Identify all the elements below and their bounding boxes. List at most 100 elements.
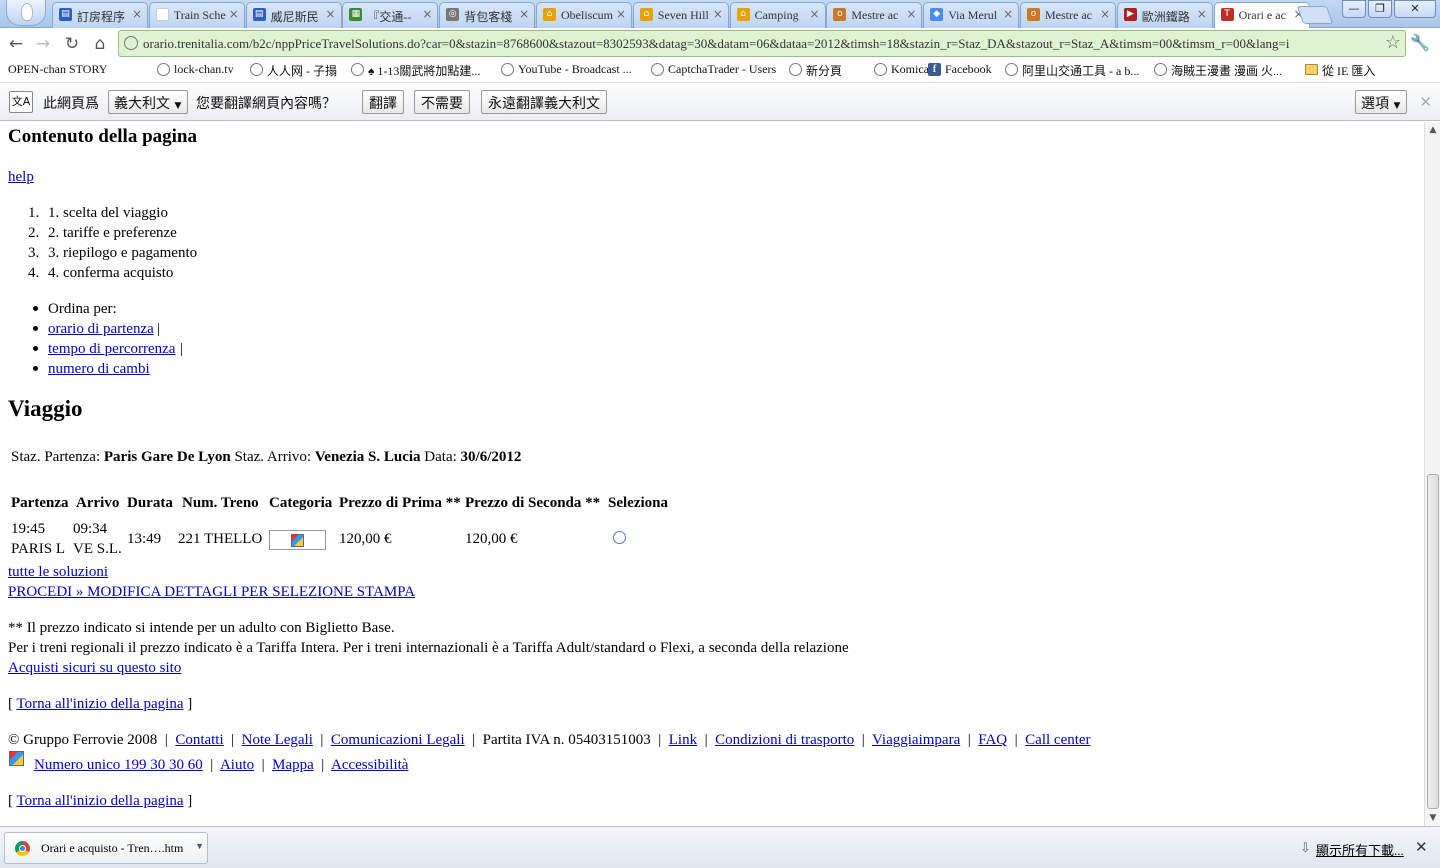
tab-close-icon[interactable]: × — [810, 7, 820, 21]
bookmark-item[interactable]: CaptchaTrader - Users — [651, 62, 776, 77]
bookmark-item[interactable]: 人人网 - 子搨 — [250, 62, 337, 79]
secure-purchase-link[interactable]: Acquisti sicuri su questo sito — [8, 658, 181, 678]
wrench-menu-icon[interactable]: 🔧 — [1410, 33, 1430, 52]
call-center-link[interactable]: Call center — [1025, 732, 1090, 748]
close-icon[interactable]: ✕ — [1419, 93, 1432, 111]
tab-close-icon[interactable]: × — [229, 7, 239, 21]
separator: | — [164, 732, 168, 748]
new-tab-button[interactable] — [1296, 6, 1334, 24]
legal-communications-link[interactable]: Comunicazioni Legali — [331, 732, 465, 748]
browser-tab[interactable]: ◎ 背包客棧 × — [439, 2, 536, 28]
separator: | — [231, 732, 235, 748]
bookmark-item[interactable]: lock-chan.tv — [157, 62, 234, 77]
always-translate-button[interactable]: 永遠翻譯義大利文 — [481, 90, 607, 114]
dropdown-arrow-icon[interactable]: ▼ — [195, 841, 204, 851]
scrollbar-thumb[interactable] — [1427, 474, 1439, 809]
transport-conditions-link[interactable]: Condizioni di trasporto — [715, 732, 854, 748]
sort-by-changes-link[interactable]: numero di cambi — [48, 359, 150, 379]
browser-tab[interactable]: ◆ Via Merul × — [923, 2, 1020, 28]
tab-close-icon[interactable]: × — [132, 7, 142, 21]
tab-title: Mestre ac — [851, 8, 899, 22]
bullet-icon — [33, 306, 38, 311]
folder-icon — [1305, 64, 1318, 75]
all-solutions-link[interactable]: tutte le soluzioni — [8, 562, 108, 582]
accessibility-link[interactable]: Accessibilità — [331, 757, 408, 773]
browser-tab[interactable]: ⌂ Camping × — [729, 2, 826, 28]
tab-close-icon[interactable]: × — [519, 7, 529, 21]
dropdown-arrow-icon: ▼ — [174, 101, 182, 111]
vertical-scrollbar[interactable]: ▲ ▼ — [1424, 122, 1440, 826]
column-header: Prezzo di Prima ** — [339, 495, 461, 511]
tab-close-icon[interactable]: × — [422, 7, 432, 21]
browser-tab[interactable]: ▤ 威尼斯民 × — [245, 2, 342, 28]
map-link[interactable]: Mappa — [272, 757, 314, 773]
back-arrow-icon[interactable]: ← — [5, 33, 27, 55]
minimize-button[interactable]: — — [1342, 0, 1366, 18]
bookmark-item[interactable]: OPEN-chan STORY — [8, 62, 107, 77]
bookmark-item[interactable]: Komica — [874, 62, 929, 77]
close-icon[interactable]: ✕ — [1415, 838, 1428, 856]
favicon-icon — [155, 8, 169, 21]
price-first-class: 120,00 € — [339, 531, 392, 547]
browser-tab[interactable]: ⌂ Obeliscum × — [536, 2, 632, 28]
bookmark-item[interactable]: ♠ 1-13關武將加點建... — [351, 62, 480, 79]
select-radio[interactable] — [613, 531, 626, 544]
tab-close-icon[interactable]: × — [1197, 7, 1207, 21]
faq-link[interactable]: FAQ — [978, 732, 1007, 748]
back-to-top-link[interactable]: Torna all'inizio della pagina — [16, 696, 183, 712]
browser-tab[interactable]: o Mestre ac × — [826, 2, 923, 28]
viaggiaimpara-link[interactable]: Viaggiaimpara — [872, 732, 960, 748]
bookmark-label: YouTube - Broadcast ... — [518, 62, 632, 76]
sort-by-duration-link[interactable]: tempo di percorrenza — [48, 339, 175, 359]
link-link[interactable]: Link — [669, 732, 697, 748]
proceed-link[interactable]: PROCEDI » MODIFICA DETTAGLI PER SELEZION… — [8, 582, 415, 602]
translate-button[interactable]: 翻譯 — [362, 90, 404, 114]
window-close-button[interactable]: ✕ — [1394, 0, 1436, 18]
browser-tab[interactable]: Train Sche × — [148, 2, 245, 28]
back-to-top-bottom: [ Torna all'inizio della pagina ] — [8, 791, 192, 811]
browser-tab[interactable]: ▶ 歐洲鐵路 × — [1116, 2, 1213, 28]
show-all-downloads-link[interactable]: ⇩ 顯示所有下載... — [1300, 840, 1404, 859]
bookmark-star-icon[interactable]: ☆ — [1385, 32, 1401, 53]
bookmark-item[interactable]: YouTube - Broadcast ... — [501, 62, 632, 77]
column-header: Arrivo — [76, 495, 120, 511]
scroll-down-icon[interactable]: ▼ — [1427, 812, 1439, 824]
globe-icon — [250, 63, 263, 76]
tab-close-icon[interactable]: × — [713, 7, 723, 21]
legal-notes-link[interactable]: Note Legali — [242, 732, 313, 748]
tab-close-icon[interactable]: × — [326, 7, 336, 21]
browser-tab[interactable]: ⌂ Seven Hill × — [632, 2, 729, 28]
scroll-up-icon[interactable]: ▲ — [1427, 124, 1439, 136]
tab-close-icon[interactable]: × — [616, 7, 626, 21]
browser-tab[interactable]: T Orari e ac × — [1213, 2, 1310, 29]
help-footer-link[interactable]: Aiuto — [220, 757, 254, 773]
forward-arrow-icon[interactable]: → — [32, 33, 54, 55]
source-language-select[interactable]: 義大利文 ▼ — [108, 90, 189, 114]
tab-close-icon[interactable]: × — [906, 7, 916, 21]
browser-tab[interactable]: ▤ 訂房程序 × — [52, 2, 148, 28]
download-item[interactable]: Orari e acquisto - Tren….htm ▼ — [4, 832, 208, 864]
address-bar[interactable]: orario.trenitalia.com/b2c/nppPriceTravel… — [118, 30, 1406, 57]
home-icon[interactable]: ⌂ — [89, 33, 111, 55]
bookmark-item[interactable]: f Facebook — [928, 62, 992, 77]
bookmark-item[interactable]: 新分頁 — [789, 62, 842, 79]
bookmark-item[interactable]: 從 IE 匯入 — [1305, 62, 1375, 79]
tab-close-icon[interactable]: × — [1100, 7, 1110, 21]
restore-button[interactable]: ❐ — [1368, 0, 1392, 18]
browser-tab[interactable]: ▦ 『交通-- × — [342, 2, 439, 28]
bracket: [ — [8, 696, 13, 712]
bookmark-item[interactable]: 阿里山交通工具 - a b... — [1005, 62, 1139, 79]
phone-number-link[interactable]: Numero unico 199 30 30 60 — [34, 757, 203, 773]
content-heading: Contenuto della pagina — [8, 126, 197, 147]
translate-options-button[interactable]: 選項 ▼ — [1355, 90, 1408, 114]
help-link[interactable]: help — [8, 167, 34, 187]
no-translate-button[interactable]: 不需要 — [414, 90, 470, 114]
page-info-icon[interactable] — [124, 36, 138, 50]
reload-icon[interactable]: ↻ — [61, 33, 83, 55]
sort-by-departure-link[interactable]: orario di partenza — [48, 319, 154, 339]
bookmark-item[interactable]: 海賊王漫畫 漫画 火... — [1154, 62, 1282, 79]
back-to-top-link[interactable]: Torna all'inizio della pagina — [16, 793, 183, 809]
tab-close-icon[interactable]: × — [1003, 7, 1013, 21]
browser-tab[interactable]: o Mestre ac × — [1020, 2, 1116, 28]
contacts-link[interactable]: Contatti — [175, 732, 223, 748]
